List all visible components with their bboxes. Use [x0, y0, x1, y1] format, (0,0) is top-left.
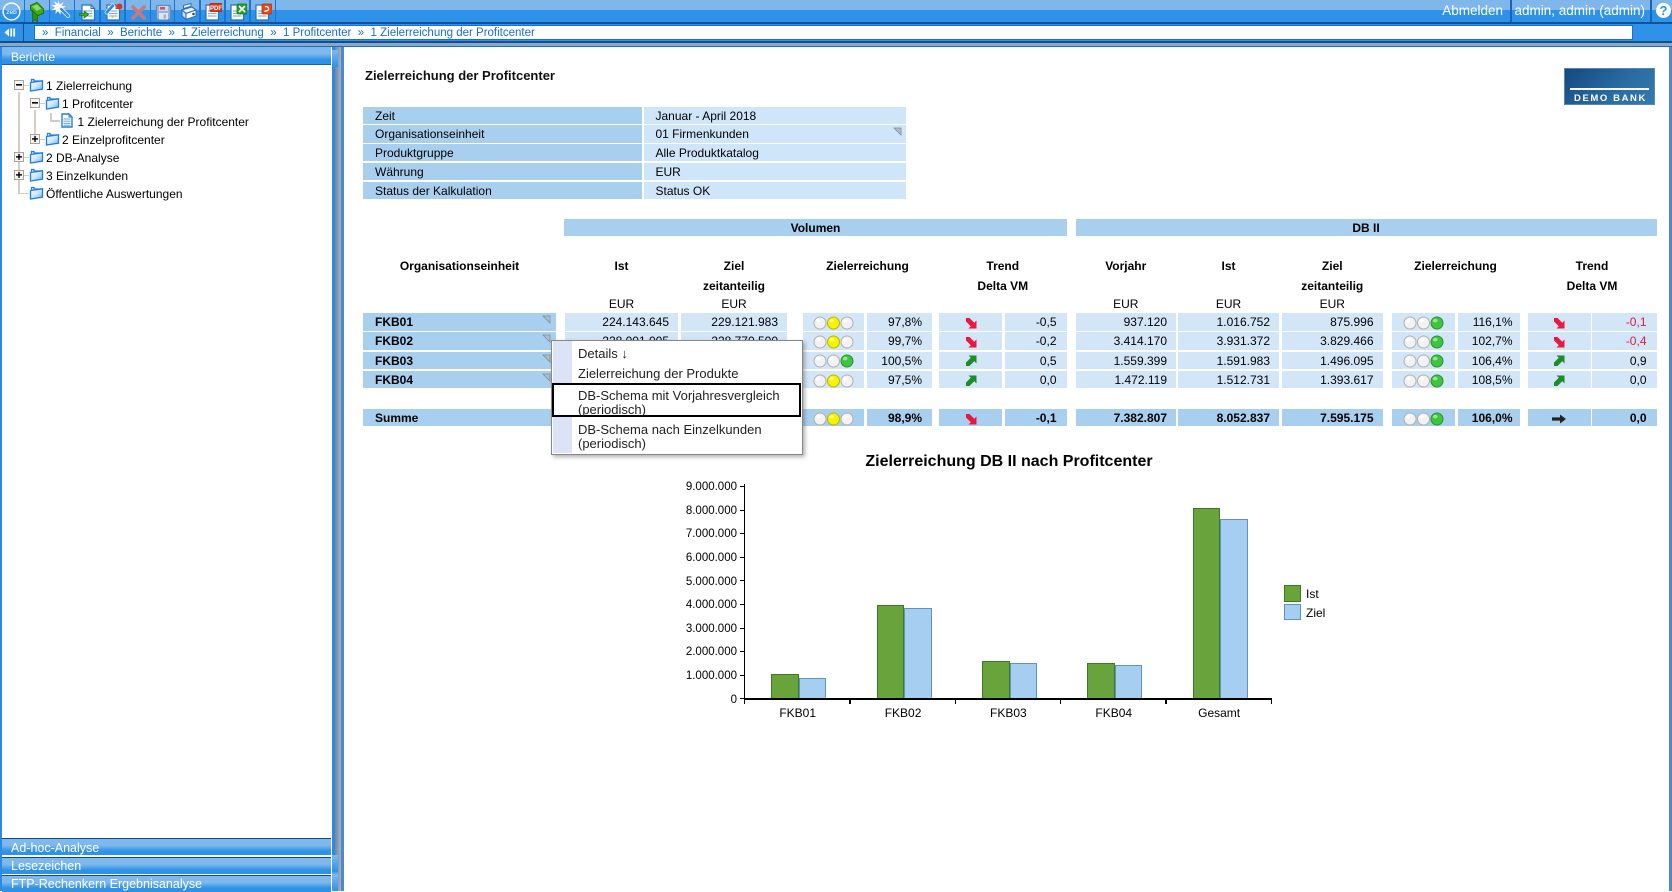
svg-text:zeb: zeb: [6, 9, 17, 16]
svg-text:PDF: PDF: [210, 6, 222, 12]
